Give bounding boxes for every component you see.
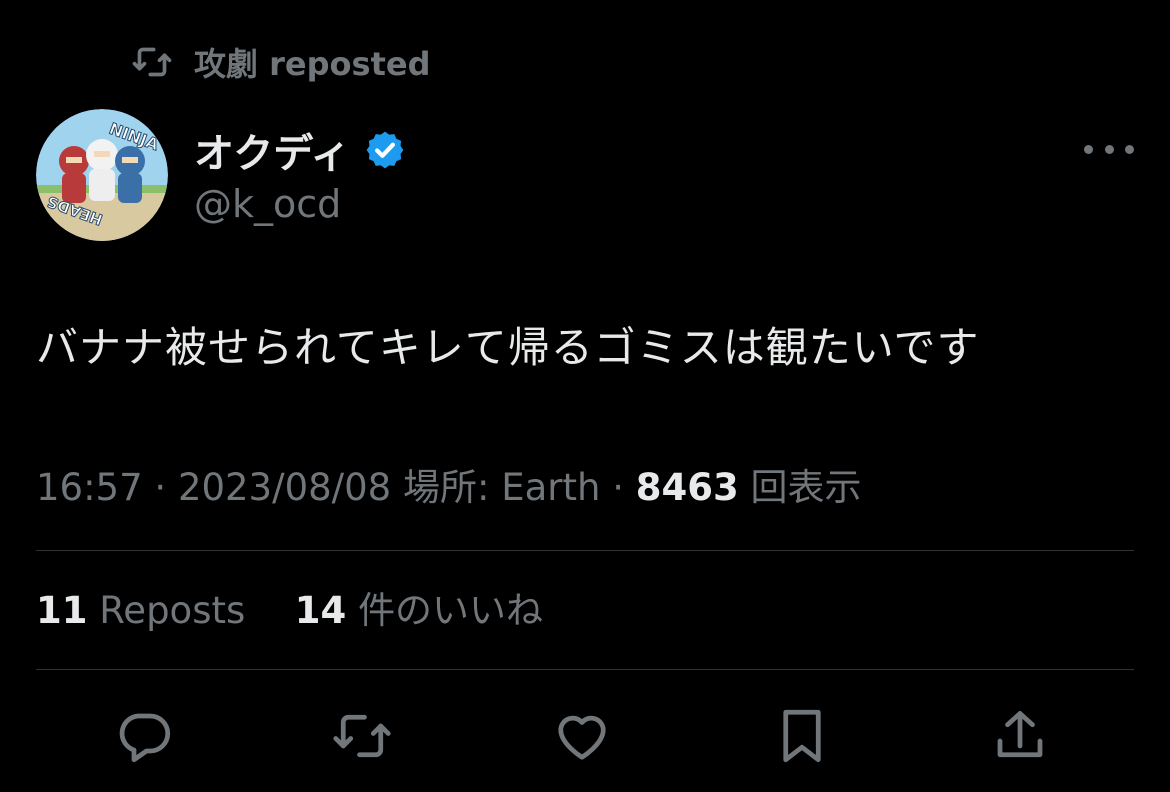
likes-label[interactable]: 件のいいね [358,589,543,632]
reply-icon [119,713,171,763]
bookmark-button[interactable] [770,704,834,768]
reposts-count[interactable]: 11 [36,589,88,632]
handle[interactable]: @k_ocd [194,178,406,230]
bookmark-icon [783,709,821,763]
author-block[interactable]: オクディ @k_ocd [194,122,406,230]
views-label: 回表示 [750,466,862,509]
likes-count[interactable]: 14 [295,589,347,632]
avatar[interactable]: NINJA HEADS [36,109,168,241]
action-bar [0,704,1170,768]
reply-button[interactable] [112,704,176,768]
tweet-meta: 16:57 · 2023/08/08 場所: Earth · 8463 回表示 [36,466,862,509]
repost-label: 攻劇 reposted [194,45,431,83]
tweet-time[interactable]: 16:57 [36,466,143,509]
divider [36,669,1134,670]
repost-button[interactable] [330,704,394,768]
verified-badge-icon [367,131,404,169]
engagement-stats: 11 Reposts 14 件のいいね [36,586,543,636]
repost-header[interactable]: 攻劇 reposted [132,40,430,84]
repost-icon [333,714,391,758]
tweet-location: 場所: Earth [402,466,601,509]
reposts-label[interactable]: Reposts [99,589,245,632]
like-button[interactable] [550,704,614,768]
like-icon [558,715,606,760]
tweet-text: バナナ被せられてキレて帰るゴミスは観たいです [36,323,980,372]
tweet-date[interactable]: 2023/08/08 [178,466,391,509]
views-count[interactable]: 8463 [636,466,739,509]
share-button[interactable] [988,704,1052,768]
more-options-icon[interactable] [1084,134,1134,164]
share-icon [997,711,1043,758]
display-name[interactable]: オクディ [194,121,350,179]
divider [36,550,1134,551]
repost-icon [132,47,172,77]
